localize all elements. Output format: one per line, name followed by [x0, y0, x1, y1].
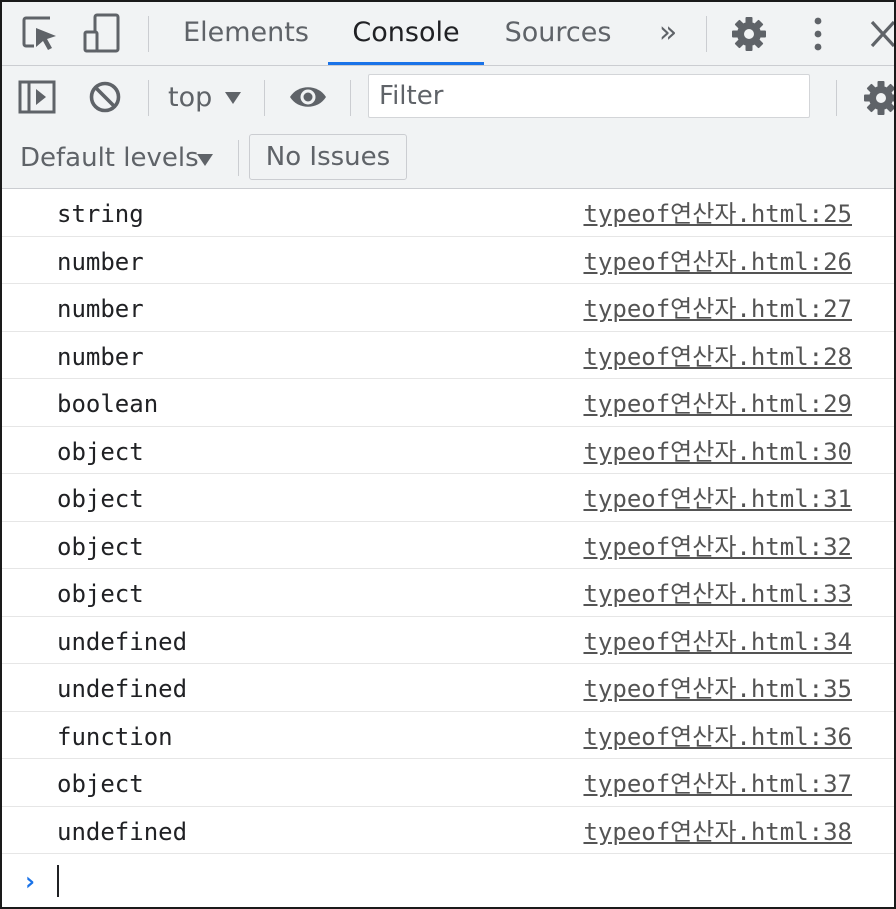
console-message-text: number: [57, 247, 144, 276]
inspect-icon[interactable]: [20, 14, 60, 54]
console-message-row: string typeof연산자.html:25: [2, 189, 894, 237]
prompt-chevron-icon: ›: [22, 867, 38, 897]
devtools-window: Elements Console Sources » top Filter De…: [0, 0, 896, 909]
source-link[interactable]: typeof연산자.html:27: [583, 284, 852, 331]
sidebar-toggle-icon[interactable]: [18, 80, 56, 114]
text-cursor: [57, 865, 59, 897]
dropdown-arrow-icon: [196, 152, 214, 166]
log-levels-dropdown[interactable]: Default levels: [2, 128, 230, 186]
device-toolbar-icon[interactable]: [82, 12, 122, 56]
clear-console-icon[interactable]: [88, 80, 122, 114]
toolbar-separator: [264, 80, 265, 116]
tab-bar-separator: [706, 16, 707, 52]
console-message-text: number: [57, 342, 144, 371]
source-link[interactable]: typeof연산자.html:29: [583, 379, 852, 426]
source-link[interactable]: typeof연산자.html:34: [583, 617, 852, 664]
more-tabs-button[interactable]: »: [648, 2, 688, 64]
source-link[interactable]: typeof연산자.html:28: [583, 332, 852, 379]
issues-button[interactable]: No Issues: [249, 134, 407, 180]
source-link[interactable]: typeof연산자.html:30: [583, 427, 852, 474]
console-message-text: object: [57, 485, 144, 513]
console-message-row: object typeof연산자.html:31: [2, 474, 894, 522]
source-link[interactable]: typeof연산자.html:32: [583, 522, 852, 569]
toolbar-separator: [350, 80, 351, 116]
console-message-row: number typeof연산자.html:26: [2, 237, 894, 284]
console-message-row: undefined typeof연산자.html:35: [2, 664, 894, 712]
source-link[interactable]: typeof연산자.html:26: [583, 237, 852, 284]
source-link[interactable]: typeof연산자.html:35: [583, 664, 852, 711]
console-message-text: undefined: [57, 627, 188, 656]
console-message-row: object typeof연산자.html:37: [2, 759, 894, 807]
kebab-menu-icon[interactable]: [808, 16, 828, 52]
tab-console[interactable]: Console: [328, 2, 484, 64]
tab-bar-separator: [148, 16, 149, 52]
source-link[interactable]: typeof연산자.html:36: [583, 712, 852, 759]
filter-input[interactable]: [368, 74, 810, 118]
console-message-row: object typeof연산자.html:32: [2, 522, 894, 569]
source-link[interactable]: typeof연산자.html:25: [583, 189, 852, 236]
close-icon[interactable]: [868, 18, 894, 50]
log-levels-label: Default levels: [20, 143, 199, 173]
toolbar-separator: [836, 80, 837, 116]
console-message-text: function: [57, 722, 173, 751]
console-message-text: object: [57, 437, 144, 466]
console-prompt[interactable]: ›: [2, 859, 894, 907]
console-message-row: object typeof연산자.html:33: [2, 569, 894, 617]
source-link[interactable]: typeof연산자.html:38: [583, 807, 852, 854]
settings-gear-icon[interactable]: [730, 15, 768, 53]
tab-elements[interactable]: Elements: [176, 2, 316, 64]
source-link[interactable]: typeof연산자.html:37: [583, 759, 852, 806]
console-message-row: number typeof연산자.html:28: [2, 332, 894, 379]
console-message-row: number typeof연산자.html:27: [2, 284, 894, 332]
console-message-text: object: [57, 580, 144, 608]
source-link[interactable]: typeof연산자.html:31: [583, 474, 852, 521]
console-messages: string typeof연산자.html:25 number typeof연산자.h…: [2, 189, 894, 854]
context-label: top: [168, 82, 213, 113]
toolbar-separator: [148, 80, 149, 116]
context-selector[interactable]: top: [162, 66, 254, 128]
console-message-text: boolean: [57, 390, 159, 418]
devtools-tab-bar: Elements Console Sources »: [2, 2, 894, 66]
console-message-row: function typeof연산자.html:36: [2, 712, 894, 759]
console-message-text: string: [57, 200, 144, 228]
console-message-text: object: [57, 532, 144, 561]
eye-icon[interactable]: [288, 82, 328, 112]
console-message-row: boolean typeof연산자.html:29: [2, 379, 894, 427]
dropdown-arrow-icon: [224, 90, 242, 104]
console-message-text: object: [57, 770, 144, 798]
console-message-text: undefined: [57, 817, 188, 846]
active-tab-indicator: [328, 62, 484, 65]
source-link[interactable]: typeof연산자.html:33: [583, 569, 852, 616]
console-toolbar: top Filter Default levels No Issues: [2, 66, 894, 189]
console-message-row: undefined typeof연산자.html:38: [2, 807, 894, 854]
console-settings-gear-icon[interactable]: [862, 79, 894, 117]
console-message-text: number: [57, 295, 144, 323]
console-message-row: object typeof연산자.html:30: [2, 427, 894, 474]
console-message-text: undefined: [57, 675, 188, 703]
console-message-row: undefined typeof연산자.html:34: [2, 617, 894, 664]
toolbar-separator: [238, 140, 239, 176]
tab-sources[interactable]: Sources: [498, 2, 618, 64]
